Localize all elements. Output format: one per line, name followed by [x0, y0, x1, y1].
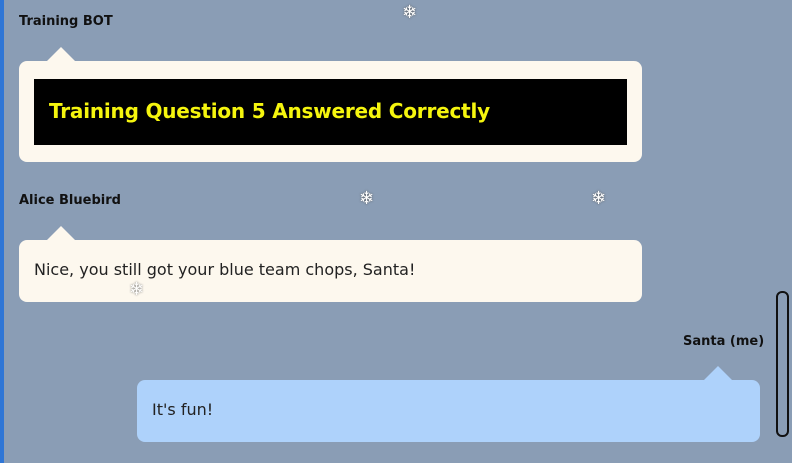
snowflake-icon: ❄: [359, 188, 375, 209]
message-sender-alice: Alice Bluebird: [19, 193, 121, 208]
snowflake-icon: ❄: [591, 188, 607, 209]
left-accent-bar: [0, 0, 4, 463]
snowflake-icon: ❄: [402, 2, 418, 23]
chat-scrollbar[interactable]: [776, 291, 789, 437]
message-sender-santa: Santa (me): [683, 334, 765, 349]
banner-text: Training Question 5 Answered Correctly: [49, 99, 491, 123]
message-bubble-training-bot: Training Question 5 Answered Correctly: [19, 47, 642, 162]
message-bubble-santa: It's fun!: [137, 366, 760, 442]
correct-answer-banner: Training Question 5 Answered Correctly: [34, 79, 627, 145]
message-text: It's fun!: [152, 400, 214, 419]
message-bubble-alice: Nice, you still got your blue team chops…: [19, 226, 642, 302]
snowflake-icon: ❄: [129, 279, 145, 300]
message-text: Nice, you still got your blue team chops…: [34, 260, 416, 279]
message-sender-training-bot: Training BOT: [19, 14, 113, 29]
